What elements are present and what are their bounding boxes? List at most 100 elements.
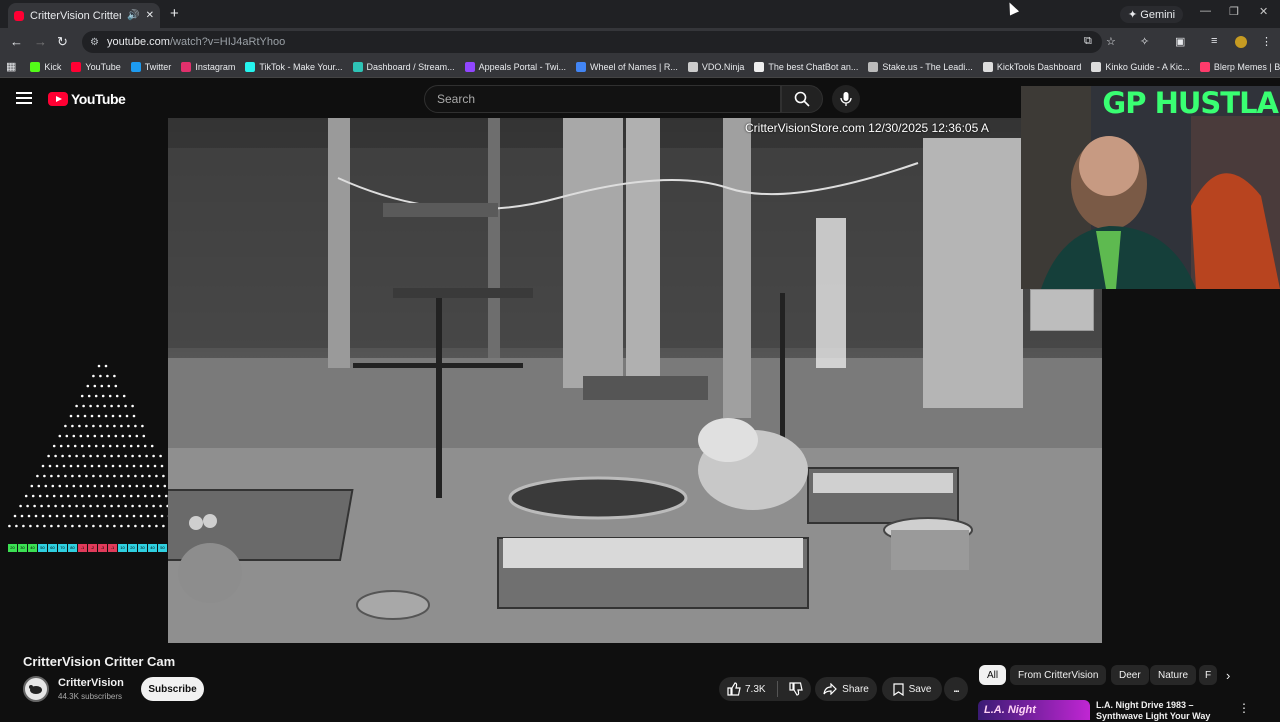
reload-icon[interactable]: ↻ bbox=[57, 34, 68, 50]
apps-grid-icon[interactable]: ▦ bbox=[6, 60, 16, 73]
close-window-icon[interactable]: ✕ bbox=[1259, 5, 1268, 18]
bookmark-favicon-icon bbox=[1091, 61, 1102, 72]
restore-icon[interactable]: ❐ bbox=[1229, 5, 1239, 18]
overlay-dot bbox=[50, 524, 53, 528]
save-button[interactable]: Save bbox=[882, 677, 942, 701]
back-icon[interactable]: ← bbox=[10, 34, 23, 49]
filter-chip[interactable]: From CritterVision bbox=[1010, 665, 1107, 685]
chips-next-icon[interactable]: › bbox=[1226, 668, 1230, 683]
overlay-dot bbox=[64, 424, 67, 428]
overlay-dot bbox=[97, 364, 101, 368]
speaker-icon[interactable]: 🔊 bbox=[127, 10, 139, 21]
rec-menu-icon[interactable]: ⋮ bbox=[1238, 701, 1250, 715]
recommendation-thumbnail[interactable]: L.A. Night bbox=[978, 700, 1090, 720]
filter-chip[interactable]: All bbox=[979, 665, 1007, 685]
overlay-dot bbox=[134, 424, 137, 428]
chrome-menu-icon[interactable]: ⋮ bbox=[1261, 35, 1272, 48]
bookmark-item[interactable]: Stake.us - The Leadi... bbox=[868, 61, 973, 72]
overlay-dot bbox=[65, 484, 69, 488]
save-label: Save bbox=[908, 683, 932, 695]
recommendation-title[interactable]: L.A. Night Drive 1983 – Synthwave Light … bbox=[1096, 700, 1236, 722]
overlay-dot bbox=[145, 504, 148, 508]
search-icon bbox=[794, 91, 810, 107]
subscribe-button[interactable]: Subscribe bbox=[141, 677, 204, 701]
more-actions-button[interactable]: ... bbox=[944, 677, 968, 701]
share-label: Share bbox=[842, 683, 869, 695]
browser-tab[interactable]: CritterVision Critter Cam - YouTube 🔊 ✕ bbox=[8, 3, 160, 28]
overlay-dot bbox=[131, 404, 134, 408]
overlay-dot bbox=[83, 514, 87, 518]
overlay-dot bbox=[135, 484, 139, 488]
thumbs-down-icon[interactable] bbox=[788, 682, 803, 696]
share-button[interactable]: Share bbox=[815, 677, 877, 701]
channel-name[interactable]: CritterVision bbox=[58, 677, 124, 689]
minimize-icon[interactable]: — bbox=[1200, 5, 1211, 17]
filter-chip[interactable]: F bbox=[1199, 665, 1217, 685]
bookmark-icon bbox=[892, 682, 904, 696]
address-bar[interactable]: ⚙ youtube.com/watch?v=HIJ4aRtYhoo bbox=[82, 31, 1102, 53]
overlay-dot bbox=[68, 454, 71, 458]
profile-avatar[interactable] bbox=[1235, 36, 1247, 48]
site-info-icon[interactable]: ⚙ bbox=[90, 37, 99, 48]
new-tab-button[interactable]: + bbox=[170, 5, 179, 22]
filter-chip[interactable]: Nature bbox=[1150, 665, 1197, 685]
overlay-dot bbox=[75, 454, 78, 458]
bookmark-item[interactable]: YouTube bbox=[71, 61, 121, 72]
search-input[interactable]: Search bbox=[424, 85, 781, 113]
menu-icon[interactable] bbox=[16, 92, 32, 104]
install-app-icon[interactable]: ⧉ bbox=[1084, 35, 1092, 48]
channel-avatar[interactable] bbox=[23, 676, 49, 702]
bookmark-item[interactable]: TikTok - Make Your... bbox=[245, 61, 343, 72]
video-player[interactable]: CritterVisionStore.com 12/30/2025 12:36:… bbox=[168, 118, 1102, 643]
voice-search-button[interactable] bbox=[832, 85, 860, 113]
extensions-icon[interactable]: ✧ bbox=[1140, 35, 1149, 48]
overlay-dot bbox=[89, 504, 92, 508]
bookmark-item[interactable]: Kinko Guide - A Kic... bbox=[1091, 61, 1190, 72]
filter-chip[interactable]: Deer bbox=[1111, 665, 1149, 685]
bookmark-item[interactable]: Kick bbox=[30, 61, 61, 72]
gemini-button[interactable]: ✦ Gemini bbox=[1120, 6, 1184, 23]
bookmark-label: Appeals Portal - Twi... bbox=[478, 61, 566, 72]
overlay-dot bbox=[80, 494, 84, 498]
overlay-dot bbox=[101, 394, 105, 398]
overlay-dot bbox=[52, 444, 56, 448]
youtube-logo[interactable]: YouTube bbox=[48, 91, 126, 107]
bookmark-favicon-icon bbox=[575, 61, 586, 72]
overlay-dot bbox=[75, 504, 78, 508]
search-button[interactable] bbox=[781, 85, 823, 113]
overlay-dot bbox=[94, 494, 98, 498]
bookmark-star-icon[interactable]: ☆ bbox=[1106, 35, 1116, 48]
overlay-dot bbox=[90, 514, 94, 518]
overlay-dot bbox=[93, 484, 97, 488]
bookmark-item[interactable]: Appeals Portal - Twi... bbox=[464, 61, 566, 72]
split-view-icon[interactable]: ▣ bbox=[1175, 35, 1185, 48]
bookmark-item[interactable]: Instagram bbox=[181, 61, 235, 72]
gemini-label: Gemini bbox=[1140, 9, 1176, 21]
overlay-dot bbox=[139, 514, 143, 518]
overlay-dot bbox=[61, 504, 64, 508]
bookmark-favicon-icon bbox=[754, 61, 765, 72]
overlay-dot bbox=[86, 434, 90, 438]
overlay-dot bbox=[127, 524, 130, 528]
bookmark-item[interactable]: KickTools Dashboard bbox=[982, 61, 1081, 72]
bookmark-item[interactable]: Wheel of Names | R... bbox=[575, 61, 678, 72]
close-tab-icon[interactable]: ✕ bbox=[146, 10, 154, 21]
overlay-dot bbox=[132, 414, 136, 418]
media-control-icon[interactable]: ≡ bbox=[1211, 35, 1217, 47]
overlay-dot bbox=[34, 514, 38, 518]
bookmark-item[interactable]: VDO.Ninja bbox=[687, 61, 744, 72]
overlay-dot bbox=[136, 494, 140, 498]
overlay-dot bbox=[121, 434, 125, 438]
overlay-dot bbox=[89, 454, 92, 458]
bookmark-item[interactable]: Twitter bbox=[130, 61, 171, 72]
forward-icon[interactable]: → bbox=[34, 34, 47, 49]
overlay-dot bbox=[89, 404, 92, 408]
bookmark-item[interactable]: Dashboard / Stream... bbox=[352, 61, 455, 72]
overlay-dot bbox=[64, 474, 67, 478]
bookmark-item[interactable]: The best ChatBot an... bbox=[754, 61, 858, 72]
overlay-dot bbox=[141, 524, 144, 528]
like-button[interactable]: 7.3K bbox=[727, 682, 766, 696]
overlay-dot bbox=[97, 514, 101, 518]
bookmark-item[interactable]: Blerp Memes | Best... bbox=[1199, 61, 1280, 72]
like-count: 7.3K bbox=[745, 683, 766, 695]
